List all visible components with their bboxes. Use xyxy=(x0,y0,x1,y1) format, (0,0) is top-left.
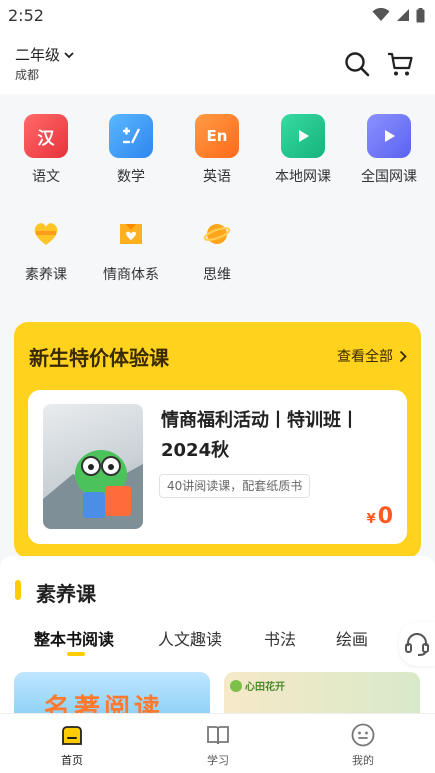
tab-painting[interactable]: 绘画 xyxy=(336,626,368,650)
eq-icon xyxy=(109,212,153,256)
course-banners: 名著阅读 心田花开 xyxy=(0,672,435,713)
city-label: 成都 xyxy=(15,68,40,82)
category-label: 思维 xyxy=(203,267,231,283)
literacy-icon xyxy=(24,212,68,256)
banner-classics-reading[interactable]: 名著阅读 xyxy=(14,672,210,713)
tab-label: 我的 xyxy=(352,754,374,767)
chevron-right-icon xyxy=(399,350,407,362)
category-thinking[interactable]: 思维 xyxy=(174,212,260,284)
section-tabs: 整本书阅读 人文趣读 书法 绘画 语 xyxy=(0,622,435,658)
tab-study[interactable]: 学习 xyxy=(178,722,258,768)
section-accent-bar xyxy=(15,580,21,600)
tab-whole-book-reading[interactable]: 整本书阅读 xyxy=(34,626,114,650)
course-thumbnail xyxy=(43,404,143,529)
logo-mark xyxy=(230,679,242,692)
grade-label: 二年级 xyxy=(15,46,61,64)
home-content[interactable]: 汉 语文 数学 En 英语 本地网课 全国网课 素养课 情商体系 思维 新生特价… xyxy=(0,94,435,713)
banner-logo: 心田花开 xyxy=(230,678,285,693)
category-math[interactable]: 数学 xyxy=(88,114,174,186)
study-icon xyxy=(207,726,229,745)
category-literacy[interactable]: 素养课 xyxy=(3,212,89,284)
thinking-icon xyxy=(195,212,239,256)
cart-icon[interactable] xyxy=(386,50,414,78)
tab-label: 首页 xyxy=(61,754,83,767)
battery-icon xyxy=(416,7,425,22)
category-label: 语文 xyxy=(32,169,60,185)
local-course-icon xyxy=(281,114,325,158)
status-time: 2:52 xyxy=(8,5,44,25)
top-header: 二年级 成都 xyxy=(0,30,435,94)
course-title: 情商福利活动丨特训班丨2024秋 xyxy=(161,410,359,461)
national-course-icon xyxy=(367,114,411,158)
section-title: 素养课 xyxy=(36,582,96,606)
course-tag: 40讲阅读课，配套纸质书 xyxy=(159,474,311,498)
tab-humanities-reading[interactable]: 人文趣读 xyxy=(158,626,222,650)
grade-selector[interactable]: 二年级 xyxy=(15,44,74,65)
category-local-course[interactable]: 本地网课 xyxy=(260,114,346,186)
course-price: ¥ 0 xyxy=(367,504,393,529)
tab-label: 学习 xyxy=(207,754,229,767)
customer-service-button[interactable] xyxy=(399,622,435,666)
banner-xintian[interactable]: 心田花开 xyxy=(224,672,420,713)
category-label: 英语 xyxy=(203,169,231,185)
tab-calligraphy[interactable]: 书法 xyxy=(264,626,296,650)
trial-course-panel: 新生特价体验课 查看全部 情商福利活动丨特训班丨2024秋 40讲阅读课，配套纸 xyxy=(14,322,421,558)
status-bar: 2:52 xyxy=(0,0,435,30)
headset-icon xyxy=(405,633,429,656)
tab-profile[interactable]: 我的 xyxy=(323,722,403,768)
category-english[interactable]: En 英语 xyxy=(174,114,260,186)
profile-icon xyxy=(351,723,375,747)
search-icon[interactable] xyxy=(343,50,371,78)
category-eq[interactable]: 情商体系 xyxy=(88,212,174,284)
category-label: 本地网课 xyxy=(275,169,331,185)
view-all-link[interactable]: 查看全部 xyxy=(337,346,407,366)
chinese-icon: 汉 xyxy=(24,114,68,158)
price-value: 0 xyxy=(377,504,393,529)
category-national-course[interactable]: 全国网课 xyxy=(346,114,432,186)
category-label: 全国网课 xyxy=(361,169,417,185)
chevron-down-icon xyxy=(64,51,74,58)
wifi-icon xyxy=(372,8,390,21)
bottom-tab-bar: 首页 学习 我的 xyxy=(0,713,435,773)
promo-title: 新生特价体验课 xyxy=(29,346,169,370)
banner-title: 名著阅读 xyxy=(44,694,165,713)
tab-home[interactable]: 首页 xyxy=(32,722,112,768)
category-chinese[interactable]: 汉 语文 xyxy=(3,114,89,186)
active-tab-indicator xyxy=(67,652,85,656)
category-label: 数学 xyxy=(117,169,145,185)
english-icon: En xyxy=(195,114,239,158)
category-label: 情商体系 xyxy=(103,267,159,283)
currency-symbol: ¥ xyxy=(366,512,376,527)
system-indicators xyxy=(372,7,425,23)
view-all-label: 查看全部 xyxy=(337,349,393,365)
course-card[interactable]: 情商福利活动丨特训班丨2024秋 40讲阅读课，配套纸质书 ¥ 0 xyxy=(28,390,407,544)
category-label: 素养课 xyxy=(25,267,67,283)
math-icon xyxy=(109,114,153,158)
signal-icon xyxy=(397,9,409,21)
home-icon xyxy=(62,726,82,745)
banner-logo-text: 心田花开 xyxy=(245,682,285,693)
